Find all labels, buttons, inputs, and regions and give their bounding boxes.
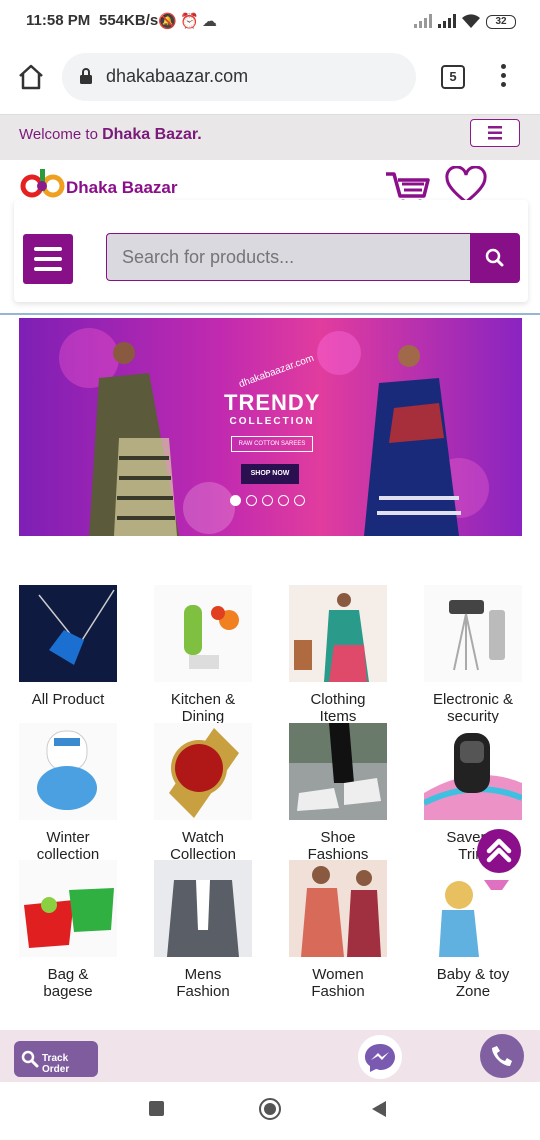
all-product-image [19, 585, 117, 682]
scroll-to-top-button[interactable] [477, 829, 521, 873]
women-image [289, 860, 387, 957]
mens-image [154, 860, 252, 957]
banner-subtitle: COLLECTION [229, 416, 315, 427]
shoe-image [289, 723, 387, 820]
signal-icon [414, 14, 432, 28]
saver-image [422, 723, 524, 820]
category-menu-button[interactable] [23, 234, 73, 284]
category-watch-collection[interactable]: Watch Collection [143, 723, 263, 863]
logo-text[interactable]: Dhaka Baazar [66, 178, 178, 198]
category-label: Zone [455, 983, 491, 1000]
category-label: Bag & [47, 966, 89, 983]
track-order-label: Track Order [42, 1053, 70, 1075]
battery-indicator: 32 [486, 15, 516, 29]
category-label: Mens [184, 966, 222, 983]
category-kitchen-dining[interactable]: Kitchen & Dining [143, 585, 263, 725]
category-electronic-security[interactable]: Electronic & security [413, 585, 533, 725]
search-icon [485, 248, 504, 267]
bag-image [19, 860, 117, 957]
carousel-dot[interactable] [294, 495, 305, 506]
phone-icon [492, 1046, 512, 1066]
welcome-prefix: Welcome to [19, 126, 103, 143]
category-bag-bagese[interactable]: Bag & bagese [8, 860, 128, 1000]
welcome-site-name: Dhaka Bazar. [102, 126, 202, 143]
top-menu-button[interactable] [470, 119, 520, 147]
search-input[interactable] [106, 233, 470, 281]
kitchen-image [154, 585, 252, 682]
wifi-icon [462, 14, 480, 28]
category-label: Watch [182, 829, 224, 846]
mute-icon: 🔕 [158, 13, 177, 30]
search-button[interactable] [470, 233, 520, 283]
baby-toy-image [424, 860, 522, 957]
tab-switcher-button[interactable]: 5 [441, 65, 465, 89]
search-icon [21, 1050, 39, 1068]
divider [0, 313, 540, 315]
status-time: 11:58 PM [26, 12, 91, 29]
watch-image [154, 723, 252, 820]
back-icon[interactable] [370, 1100, 388, 1118]
category-label: Electronic & [432, 691, 514, 708]
category-label: bagese [43, 983, 93, 1000]
cloud-icon: ☁ [202, 13, 217, 30]
category-label: Baby & toy [436, 966, 510, 983]
carousel-dots[interactable] [230, 493, 310, 511]
signal-icon-2 [438, 14, 456, 28]
alarm-icon: ⏰ [180, 13, 199, 30]
carousel-dot[interactable] [278, 495, 289, 506]
category-label: Women [312, 966, 364, 983]
clothing-image [289, 585, 387, 682]
category-label: Clothing [310, 691, 366, 708]
carousel-dot[interactable] [230, 495, 241, 506]
category-mens-fashion[interactable]: Mens Fashion [143, 860, 263, 1000]
carousel-dot[interactable] [246, 495, 257, 506]
category-baby-toy-zone[interactable]: Baby & toy Zone [413, 860, 533, 1000]
winter-image [19, 723, 117, 820]
hamburger-icon [488, 126, 502, 140]
call-button[interactable] [480, 1034, 524, 1078]
category-label: Winter [46, 829, 90, 846]
lock-icon [80, 68, 92, 84]
banner-tag: RAW COTTON SAREES [231, 436, 313, 452]
url-text[interactable]: dhakabaazar.com [106, 66, 248, 87]
category-label: Shoe [320, 829, 356, 846]
welcome-text: Welcome to Dhaka Bazar. [19, 126, 202, 144]
logo-mark-icon [20, 169, 65, 198]
category-all-product[interactable]: All Product [8, 585, 128, 708]
category-clothing-items[interactable]: Clothing Items [278, 585, 398, 725]
home-nav-icon[interactable] [259, 1098, 281, 1120]
home-icon[interactable] [16, 62, 46, 92]
network-speed: 554KB/s [99, 12, 159, 29]
banner-title: TRENDY [224, 390, 321, 415]
category-shoe-fashions[interactable]: Shoe Fashions [278, 723, 398, 863]
track-order-button[interactable]: Track Order [14, 1041, 98, 1077]
messenger-icon [365, 1044, 395, 1072]
category-women-fashion[interactable]: Women Fashion [278, 860, 398, 1000]
recent-apps-icon[interactable] [149, 1101, 164, 1116]
messenger-button[interactable] [358, 1035, 402, 1079]
chevron-up-icon [486, 838, 512, 863]
category-label: All Product [31, 691, 105, 708]
category-label: Kitchen & [170, 691, 236, 708]
browser-menu-icon[interactable] [500, 64, 508, 90]
electronic-image [424, 585, 522, 682]
category-label: Fashion [311, 983, 365, 1000]
banner-shop-now-button[interactable]: SHOP NOW [241, 464, 299, 484]
carousel-dot[interactable] [262, 495, 273, 506]
category-label: Fashion [176, 983, 230, 1000]
category-winter-collection[interactable]: Winter collection [8, 723, 128, 863]
